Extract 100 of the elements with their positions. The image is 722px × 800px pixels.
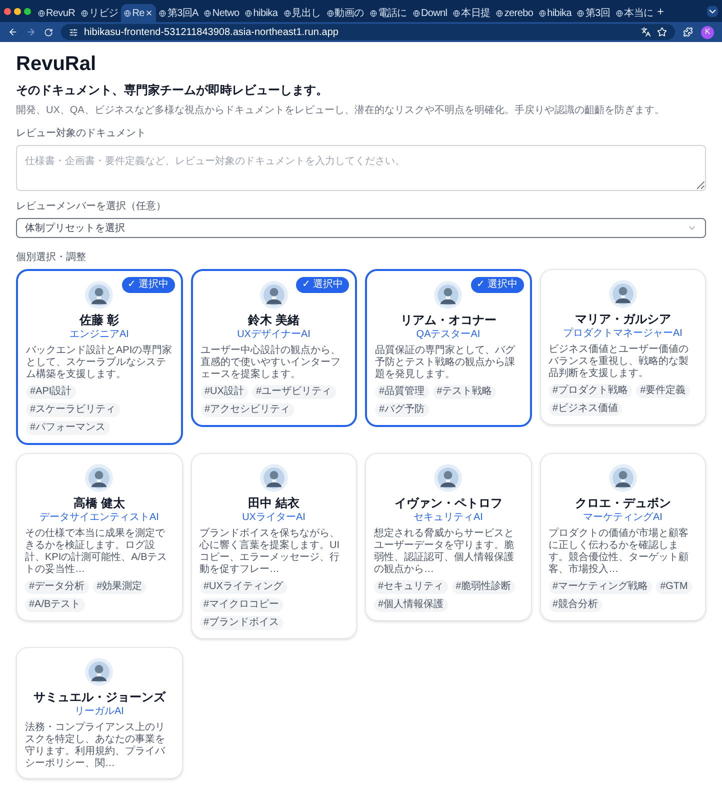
page-icon [124,10,132,16]
tab-title: hibika [547,6,572,20]
page-icon [496,10,504,16]
member-role: QAテスターAI [416,328,480,341]
member-name: サミュエル・ジョーンズ [33,690,166,705]
member-role: データサイエンティストAI [40,511,159,524]
close-icon[interactable] [145,9,154,17]
tab-title: リビジ [89,6,118,20]
member-name: 鈴木 美緒 [248,313,300,328]
address-bar[interactable]: hibikasu-frontend-531211843908.asia-northeast1.run.app [61,24,675,40]
back-icon[interactable] [8,27,18,37]
browser-tab[interactable]: zerebo [493,4,536,22]
browser-tab[interactable]: 第3回A [156,4,202,22]
member-name: 佐藤 彰 [80,313,119,328]
browser-tab[interactable]: Netwo [201,4,242,22]
extensions-icon[interactable] [683,27,693,37]
tag: #パフォーマンス [26,421,110,435]
member-description: ブランドボイスを保ちながら、心に響く言葉を提案します。UIコピー、エラーメッセージ、行動を促すフレー… [200,528,340,576]
browser-tab[interactable]: 第3回 [574,4,614,22]
page-icon [159,10,166,16]
page-subtitle: そのドキュメント、専門家チームが即時レビューします。 [16,82,329,99]
tag: #マイクロコピー [200,598,284,612]
member-role: エンジニアAI [70,328,129,341]
tag: #スケーラビリティ [26,403,120,417]
page-icon [38,10,45,16]
maximize-window-icon[interactable] [24,8,31,14]
page-icon [326,10,334,16]
tab-title: RevuR [46,6,76,20]
tag: #脆弱性診断 [452,580,516,594]
tag: #競合分析 [548,598,602,612]
page-icon [577,10,584,16]
bookmark-icon[interactable] [657,27,667,37]
page-icon [370,10,377,16]
browser-tab[interactable]: 電話に [366,4,410,22]
member-description: 法務・コンプライアンス上のリスクを特定し、あなたの事業を守ります。利用規約、プライバシーポリシー、関… [25,722,166,770]
tag: #UX設計 [200,385,248,399]
document-field[interactable]: 仕様書・企画書・要件定義など、レビュー対象のドキュメントを入力してください。 [16,145,706,191]
browser-tab[interactable]: hibika [536,4,574,22]
close-window-icon[interactable] [4,8,11,14]
field-label: レビュー対象のドキュメント [16,126,147,141]
field-label: レビューメンバーを選択（任意） [16,200,167,214]
tag: #セキュリティ [374,580,448,594]
page-icon [616,10,624,16]
member-card[interactable]: 田中 結衣 UXライターAI ブランドボイスを保ちながら、心に響く言葉を提案します。UIコピー、エラーメッセージ、行動を促すフレー… #UXライティング #マイクロコピー #ブランドボイス [190,453,357,639]
forward-icon[interactable] [26,27,36,37]
preset-select[interactable]: 体制プリセットを選択 [16,218,706,238]
selected-badge: ✓ 選択中 [470,277,524,293]
member-card[interactable]: イヴァン・ペトロフ セキュリティAI 想定される脅威からサービスとユーザーデータを守ります。脆弱性、認証認可、個人情報保護の観点から… #セキュリティ #脆弱性診断 #個人情報保護 [365,453,532,621]
tag: #ユーザビリティ [252,385,336,399]
member-role: セキュリティAI [414,511,483,524]
member-name: クロエ・デュボン [574,496,671,511]
browser-tab[interactable]: Downl [410,4,450,22]
member-card[interactable]: サミュエル・ジョーンズ リーガルAI 法務・コンプライアンス上のリスクを特定し、あなたの事業を守ります。利用規約、プライバシーポリシー、関… [16,647,182,779]
member-card[interactable]: ✓ 選択中 佐藤 彰 エンジニアAI バックエンド設計とAPIの専門家として、スケーラブルなシステム構築を支援します。 #API設計 #スケーラビリティ #パフォーマンス [16,269,182,445]
tag: #ブランドボイス [200,616,284,630]
member-name: マリア・ガルシア [574,312,671,327]
site-info-icon[interactable] [69,28,78,36]
tab-title: 動画の [334,6,364,20]
tag: #GTM [656,580,692,594]
member-card[interactable]: ✓ 選択中 リアム・オコナー QAテスターAI 品質保証の専門家として、バグ予防とテスト戦略の観点から課題を発見します。 #品質管理 #テスト戦略 #バグ予防 [365,269,532,427]
browser-tab[interactable]: 見出し [280,4,324,22]
page-icon [245,10,252,16]
member-name: イヴァン・ペトロフ [394,496,502,511]
browser-tab[interactable]: hibika [242,4,281,22]
page-icon [412,10,420,16]
browser-tab[interactable]: 本当に [613,4,656,22]
reload-icon[interactable] [44,28,53,36]
tag: #アクセシビリティ [200,403,294,417]
page-icon [284,10,291,16]
new-tab-icon[interactable] [656,6,666,16]
member-card[interactable]: ✓ 選択中 鈴木 美緒 UXデザイナーAI ユーザー中心設計の観点から、直感的で使いやすいインターフェースを提案します。 #UX設計 #ユーザビリティ #アクセシビリティ [190,269,357,427]
browser-tab[interactable]: リビジ [78,4,122,22]
member-role: プロダクトマネージャーAI [563,327,682,340]
tab-list-icon[interactable] [707,6,718,16]
member-card[interactable]: 高橋 健太 データサイエンティストAI その仕様で本当に成果を測定できるかを検証します。ログ設計、KPIの計測可能性、A/Bテストの妥当性… #データ分析 #効果測定 #A/Bテスト [16,453,182,621]
page-icon [204,10,212,16]
page-description: 開発、UX、QA、ビジネスなど多様な視点からドキュメントをレビューし、潜在的なリスクや不明点を明確化。手戻りや認識の齟齬を防ぎます。 [16,104,666,118]
tag: #要件定義 [636,384,690,398]
tab-title: 本当に [624,6,654,20]
tab-title: 第3回A [167,6,198,20]
translate-icon[interactable] [641,27,651,37]
browser-tab[interactable]: 本日提 [450,4,494,22]
tag: #品質管理 [375,385,429,399]
member-role: UXライターAI [242,511,306,524]
member-card[interactable]: クロエ・デュボン マーケティングAI プロダクトの価値が市場と顧客に正しく伝わるかを確認します。競合優位性、ターゲット顧客、市場投入… #マーケティング戦略 #GTM #競合分析 [540,453,706,621]
member-description: その仕様で本当に成果を測定できるかを検証します。ログ設計、KPIの計測可能性、A/Bテストの妥当性… [25,528,168,576]
minimize-window-icon[interactable] [14,8,21,14]
member-name: 田中 結衣 [248,496,300,511]
profile-avatar[interactable]: K [701,26,714,38]
tab-title: Downl [420,6,448,20]
tab-title: 本日提 [461,6,490,20]
page-icon [539,10,546,16]
member-card[interactable]: マリア・ガルシア プロダクトマネージャーAI ビジネス価値とユーザー価値のバランスを重視し、戦略的な製品判断を支援します。 #プロダクト戦略 #要件定義 #ビジネス価値 [540,269,706,425]
browser-tab[interactable]: Re [121,4,156,22]
tag: #テスト戦略 [432,385,496,399]
tag: #API設計 [26,385,76,399]
tab-title: 電話に [378,6,407,20]
member-role: マーケティングAI [583,511,662,524]
browser-tab[interactable]: 動画の [324,4,367,22]
browser-tab[interactable]: RevuR [35,4,78,22]
